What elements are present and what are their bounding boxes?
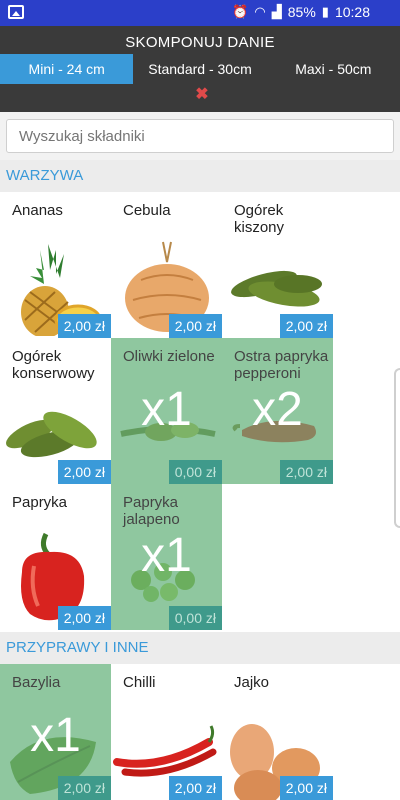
price-badge: 2,00 zł xyxy=(168,776,222,800)
tab-size-mini[interactable]: Mini - 24 cm xyxy=(0,54,134,84)
ingredient-tile[interactable]: Cebula 2,00 zł xyxy=(111,192,222,338)
price-badge: 2,00 zł xyxy=(279,460,333,484)
price-badge: 2,00 zł xyxy=(279,776,333,800)
price-badge: 2,00 zł xyxy=(57,460,111,484)
ingredient-name: Jajko xyxy=(234,674,270,691)
ingredient-tile[interactable]: Papryka 2,00 zł xyxy=(0,484,111,630)
battery-icon: ▮ xyxy=(321,4,329,19)
status-bar: ⏰ ◠ ▟ 85% ▮ 10:28 xyxy=(0,0,400,26)
ingredient-tile-selected[interactable]: Oliwki zielone x1 0,00 zł xyxy=(111,338,222,484)
price-badge: 2,00 zł xyxy=(279,314,333,338)
ingredient-tile-selected[interactable]: Ostra papryka pepperoni x2 2,00 zł xyxy=(222,338,333,484)
alarm-icon: ⏰ xyxy=(232,4,249,19)
page-title: SKOMPONUJ DANIE xyxy=(125,34,275,51)
ingredient-tile[interactable]: Ogórek kiszony 2,00 zł xyxy=(222,192,333,338)
section-header-warzywa: WARZYWA xyxy=(0,160,400,192)
ingredient-tile-selected[interactable]: Bazylia x1 2,00 zł xyxy=(0,664,111,800)
quantity-label: x1 xyxy=(141,383,192,436)
search-bar xyxy=(0,112,400,160)
quantity-label: x1 xyxy=(30,709,81,762)
battery-level: 85% xyxy=(287,4,316,20)
ingredients-grid-warzywa: Ananas 2,00 zł Cebula 2,00 zł Ogórek kis… xyxy=(0,192,400,632)
price-badge: 0,00 zł xyxy=(168,460,222,484)
signal-icon: ▟ xyxy=(271,4,282,19)
wifi-icon: ◠ xyxy=(254,4,266,19)
ingredient-name: Ostra papryka pepperoni xyxy=(234,348,329,382)
search-input[interactable] xyxy=(6,119,394,153)
ingredient-tile[interactable]: Ananas 2,00 zł xyxy=(0,192,111,338)
ingredient-name: Oliwki zielone xyxy=(123,348,215,365)
price-badge: 2,00 zł xyxy=(57,776,111,800)
ingredient-tile[interactable]: Ogórek konserwowy 2,00 zł xyxy=(0,338,111,484)
clock: 10:28 xyxy=(334,4,370,20)
scroll-handle[interactable] xyxy=(394,368,400,528)
ingredient-name: Ogórek kiszony xyxy=(234,202,285,236)
ingredients-grid-przyprawy: Bazylia x1 2,00 zł Chilli 2,00 zł Jajko … xyxy=(0,664,400,800)
ingredient-name: Ogórek konserwowy xyxy=(12,348,95,382)
ingredient-name: Papryka jalapeno xyxy=(123,494,180,528)
quantity-label: x1 xyxy=(141,529,192,582)
size-tabs: Mini - 24 cm Standard - 30cm Maxi - 50cm xyxy=(0,54,400,84)
ingredient-name: Chilli xyxy=(123,674,156,691)
ingredient-tile[interactable]: Jajko 2,00 zł xyxy=(222,664,333,800)
quantity-label: x2 xyxy=(252,383,303,436)
ingredient-tile[interactable]: Chilli 2,00 zł xyxy=(111,664,222,800)
section-header-przyprawy: PRZYPRAWY I INNE xyxy=(0,632,400,664)
price-badge: 2,00 zł xyxy=(57,314,111,338)
composer-header: SKOMPONUJ DANIE Mini - 24 cm Standard - … xyxy=(0,26,400,112)
price-badge: 2,00 zł xyxy=(168,314,222,338)
status-right: ⏰ ◠ ▟ 85% ▮ 10:28 xyxy=(232,4,370,20)
ingredient-name: Papryka xyxy=(12,494,68,511)
close-icon[interactable]: ✖ xyxy=(195,84,209,106)
tab-size-maxi[interactable]: Maxi - 50cm xyxy=(267,54,400,84)
price-badge: 0,00 zł xyxy=(168,606,222,630)
tab-size-standard[interactable]: Standard - 30cm xyxy=(133,54,266,84)
gallery-icon xyxy=(8,5,24,19)
ingredient-name: Bazylia xyxy=(12,674,61,691)
price-badge: 2,00 zł xyxy=(57,606,111,630)
ingredient-tile-selected[interactable]: Papryka jalapeno x1 0,00 zł xyxy=(111,484,222,630)
ingredient-name: Cebula xyxy=(123,202,171,219)
ingredient-name: Ananas xyxy=(12,202,63,219)
